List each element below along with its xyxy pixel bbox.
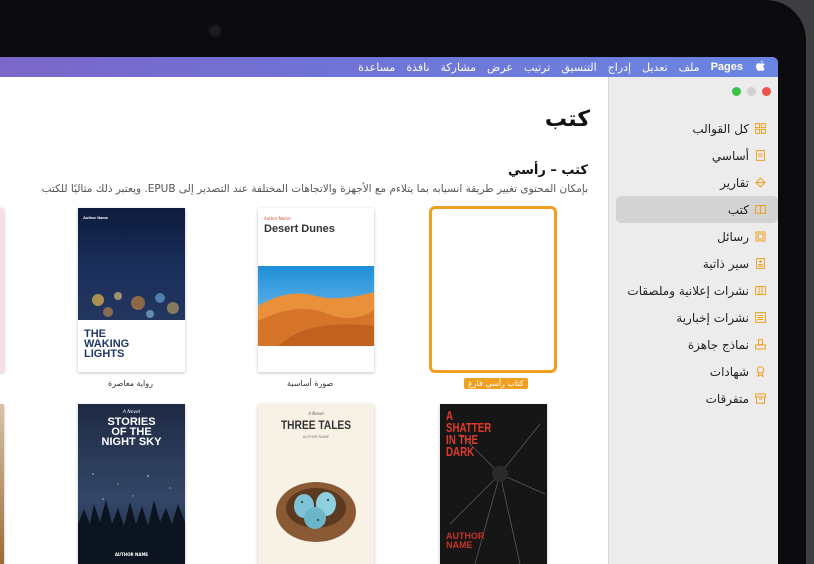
flyer-icon xyxy=(755,285,766,296)
screen-frame: Pages ملف تعديل إدراج التنسيق ترتيب عرض … xyxy=(0,0,806,564)
cover-title-line: NIGHT SKY xyxy=(101,436,162,448)
sidebar-item-label: نماذج جاهزة xyxy=(687,337,749,352)
cover-title: A SHATTER IN THE DARK xyxy=(446,409,491,459)
cover-kicker: A Novel xyxy=(308,411,324,416)
cover-title: THREE TALES xyxy=(280,418,352,432)
cover-title-line: LIGHTS xyxy=(84,348,125,360)
sidebar-item-label: شهادات xyxy=(709,364,749,379)
cover-title: Desert Dunes xyxy=(264,223,335,235)
sidebar-item-label: نشرات إخبارية xyxy=(676,310,749,325)
sidebar-item-label: كتب xyxy=(727,202,749,217)
cover-kicker: A Novel xyxy=(122,410,141,415)
menu-insert[interactable]: إدراج xyxy=(608,61,631,74)
menu-view[interactable]: عرض xyxy=(487,61,513,74)
menu-window[interactable]: نافذة xyxy=(406,61,429,74)
grid-icon xyxy=(755,123,766,134)
section-description: بإمكان المحتوى تغيير طريقة انسيابه بما ي… xyxy=(41,183,588,195)
cover-author: AUTHOR NAME xyxy=(114,552,149,557)
city-lights-photo xyxy=(78,208,185,320)
template-blank-portrait-book[interactable] xyxy=(429,206,557,373)
cover-author: Author Name xyxy=(83,215,109,220)
template-partial-left[interactable] xyxy=(0,208,4,372)
sidebar-item-label: رسائل xyxy=(717,229,749,244)
cover-author: Author Name xyxy=(264,216,291,221)
template-partial-left[interactable] xyxy=(0,404,4,564)
sidebar-item-label: كل القوالب xyxy=(692,121,749,136)
bird-nest-illustration xyxy=(276,482,356,542)
camera xyxy=(210,26,220,36)
page-title: كتب xyxy=(544,107,590,132)
menu-format[interactable]: التنسيق xyxy=(561,61,596,74)
minimize-window-button[interactable] xyxy=(747,87,756,96)
report-icon xyxy=(755,177,766,188)
desert-photo xyxy=(258,266,374,346)
certificate-icon xyxy=(755,366,766,377)
stationery-icon xyxy=(755,339,766,350)
sidebar-item-books[interactable]: كتب xyxy=(616,196,778,223)
sidebar-item-label: سير ذاتية xyxy=(702,256,749,271)
menu-arrange[interactable]: ترتيب xyxy=(524,61,550,74)
menu-help[interactable]: مساعدة xyxy=(358,61,395,74)
newsletter-icon xyxy=(755,312,766,323)
template-caption: رواية معاصرة xyxy=(108,379,153,388)
close-window-button[interactable] xyxy=(762,87,771,96)
template-stories-night-sky[interactable]: A Novel STORIES OF THE NIGHT SKY AUTHOR … xyxy=(78,404,185,564)
laptop-bezel: Pages ملف تعديل إدراج التنسيق ترتيب عرض … xyxy=(0,0,814,564)
sidebar-item-reports[interactable]: تقارير xyxy=(616,169,778,196)
template-sidebar: كل القوالب أساسي تقارير كتب رسائل سير ذا… xyxy=(608,77,778,564)
template-basic-photo[interactable]: Author Name Desert Dunes xyxy=(258,208,374,372)
cover-author: AUTHOR NAME xyxy=(302,435,330,439)
menu-edit[interactable]: تعديل xyxy=(642,61,668,74)
menu-bar: Pages ملف تعديل إدراج التنسيق ترتيب عرض … xyxy=(0,57,778,77)
section-title: كتب – رأسي xyxy=(507,163,588,178)
sidebar-item-certificates[interactable]: شهادات xyxy=(616,358,778,385)
letter-icon xyxy=(755,231,766,242)
screen: Pages ملف تعديل إدراج التنسيق ترتيب عرض … xyxy=(0,57,778,564)
cover-author-line: NAME xyxy=(446,540,473,550)
sidebar-item-label: متفرقات xyxy=(705,391,749,406)
category-list: كل القوالب أساسي تقارير كتب رسائل سير ذا… xyxy=(608,115,778,412)
resume-icon xyxy=(755,258,766,269)
sidebar-item-all-templates[interactable]: كل القوالب xyxy=(616,115,778,142)
cover-title: THE WAKING LIGHTS xyxy=(84,329,129,360)
sidebar-item-label: نشرات إعلانية وملصقات xyxy=(627,283,749,298)
sidebar-item-miscellaneous[interactable]: متفرقات xyxy=(616,385,778,412)
sidebar-item-letters[interactable]: رسائل xyxy=(616,223,778,250)
cover-author: AUTHOR NAME xyxy=(446,532,485,550)
menu-share[interactable]: مشاركة xyxy=(441,61,477,74)
document-icon xyxy=(755,150,766,161)
sidebar-item-resumes[interactable]: سير ذاتية xyxy=(616,250,778,277)
sidebar-item-label: تقارير xyxy=(720,175,749,190)
template-contemporary-novel[interactable]: Author Name THE WAKING LIGHTS xyxy=(78,208,185,372)
sidebar-item-newsletters[interactable]: نشرات إخبارية xyxy=(616,304,778,331)
menu-pages[interactable]: Pages xyxy=(711,61,743,73)
sidebar-item-label: أساسي xyxy=(711,148,749,163)
book-icon xyxy=(755,204,766,215)
sidebar-item-basic[interactable]: أساسي xyxy=(616,142,778,169)
template-shatter-in-the-dark[interactable]: A SHATTER IN THE DARK AUTHOR NAME xyxy=(440,404,547,564)
sidebar-item-stationery[interactable]: نماذج جاهزة xyxy=(616,331,778,358)
cover-title: STORIES OF THE NIGHT SKY xyxy=(78,417,185,448)
sidebar-item-flyers-posters[interactable]: نشرات إعلانية وملصقات xyxy=(616,277,778,304)
template-caption: صورة أساسية xyxy=(287,379,334,388)
zoom-window-button[interactable] xyxy=(732,87,741,96)
cover-title-line: DARK xyxy=(446,444,475,459)
apple-icon[interactable] xyxy=(755,60,766,75)
menu-file[interactable]: ملف xyxy=(679,61,700,74)
template-caption: كتاب رأسي فارغ xyxy=(464,378,528,389)
template-three-tales[interactable]: A Novel THREE TALES AUTHOR NAME xyxy=(258,404,374,564)
misc-icon xyxy=(755,393,766,404)
